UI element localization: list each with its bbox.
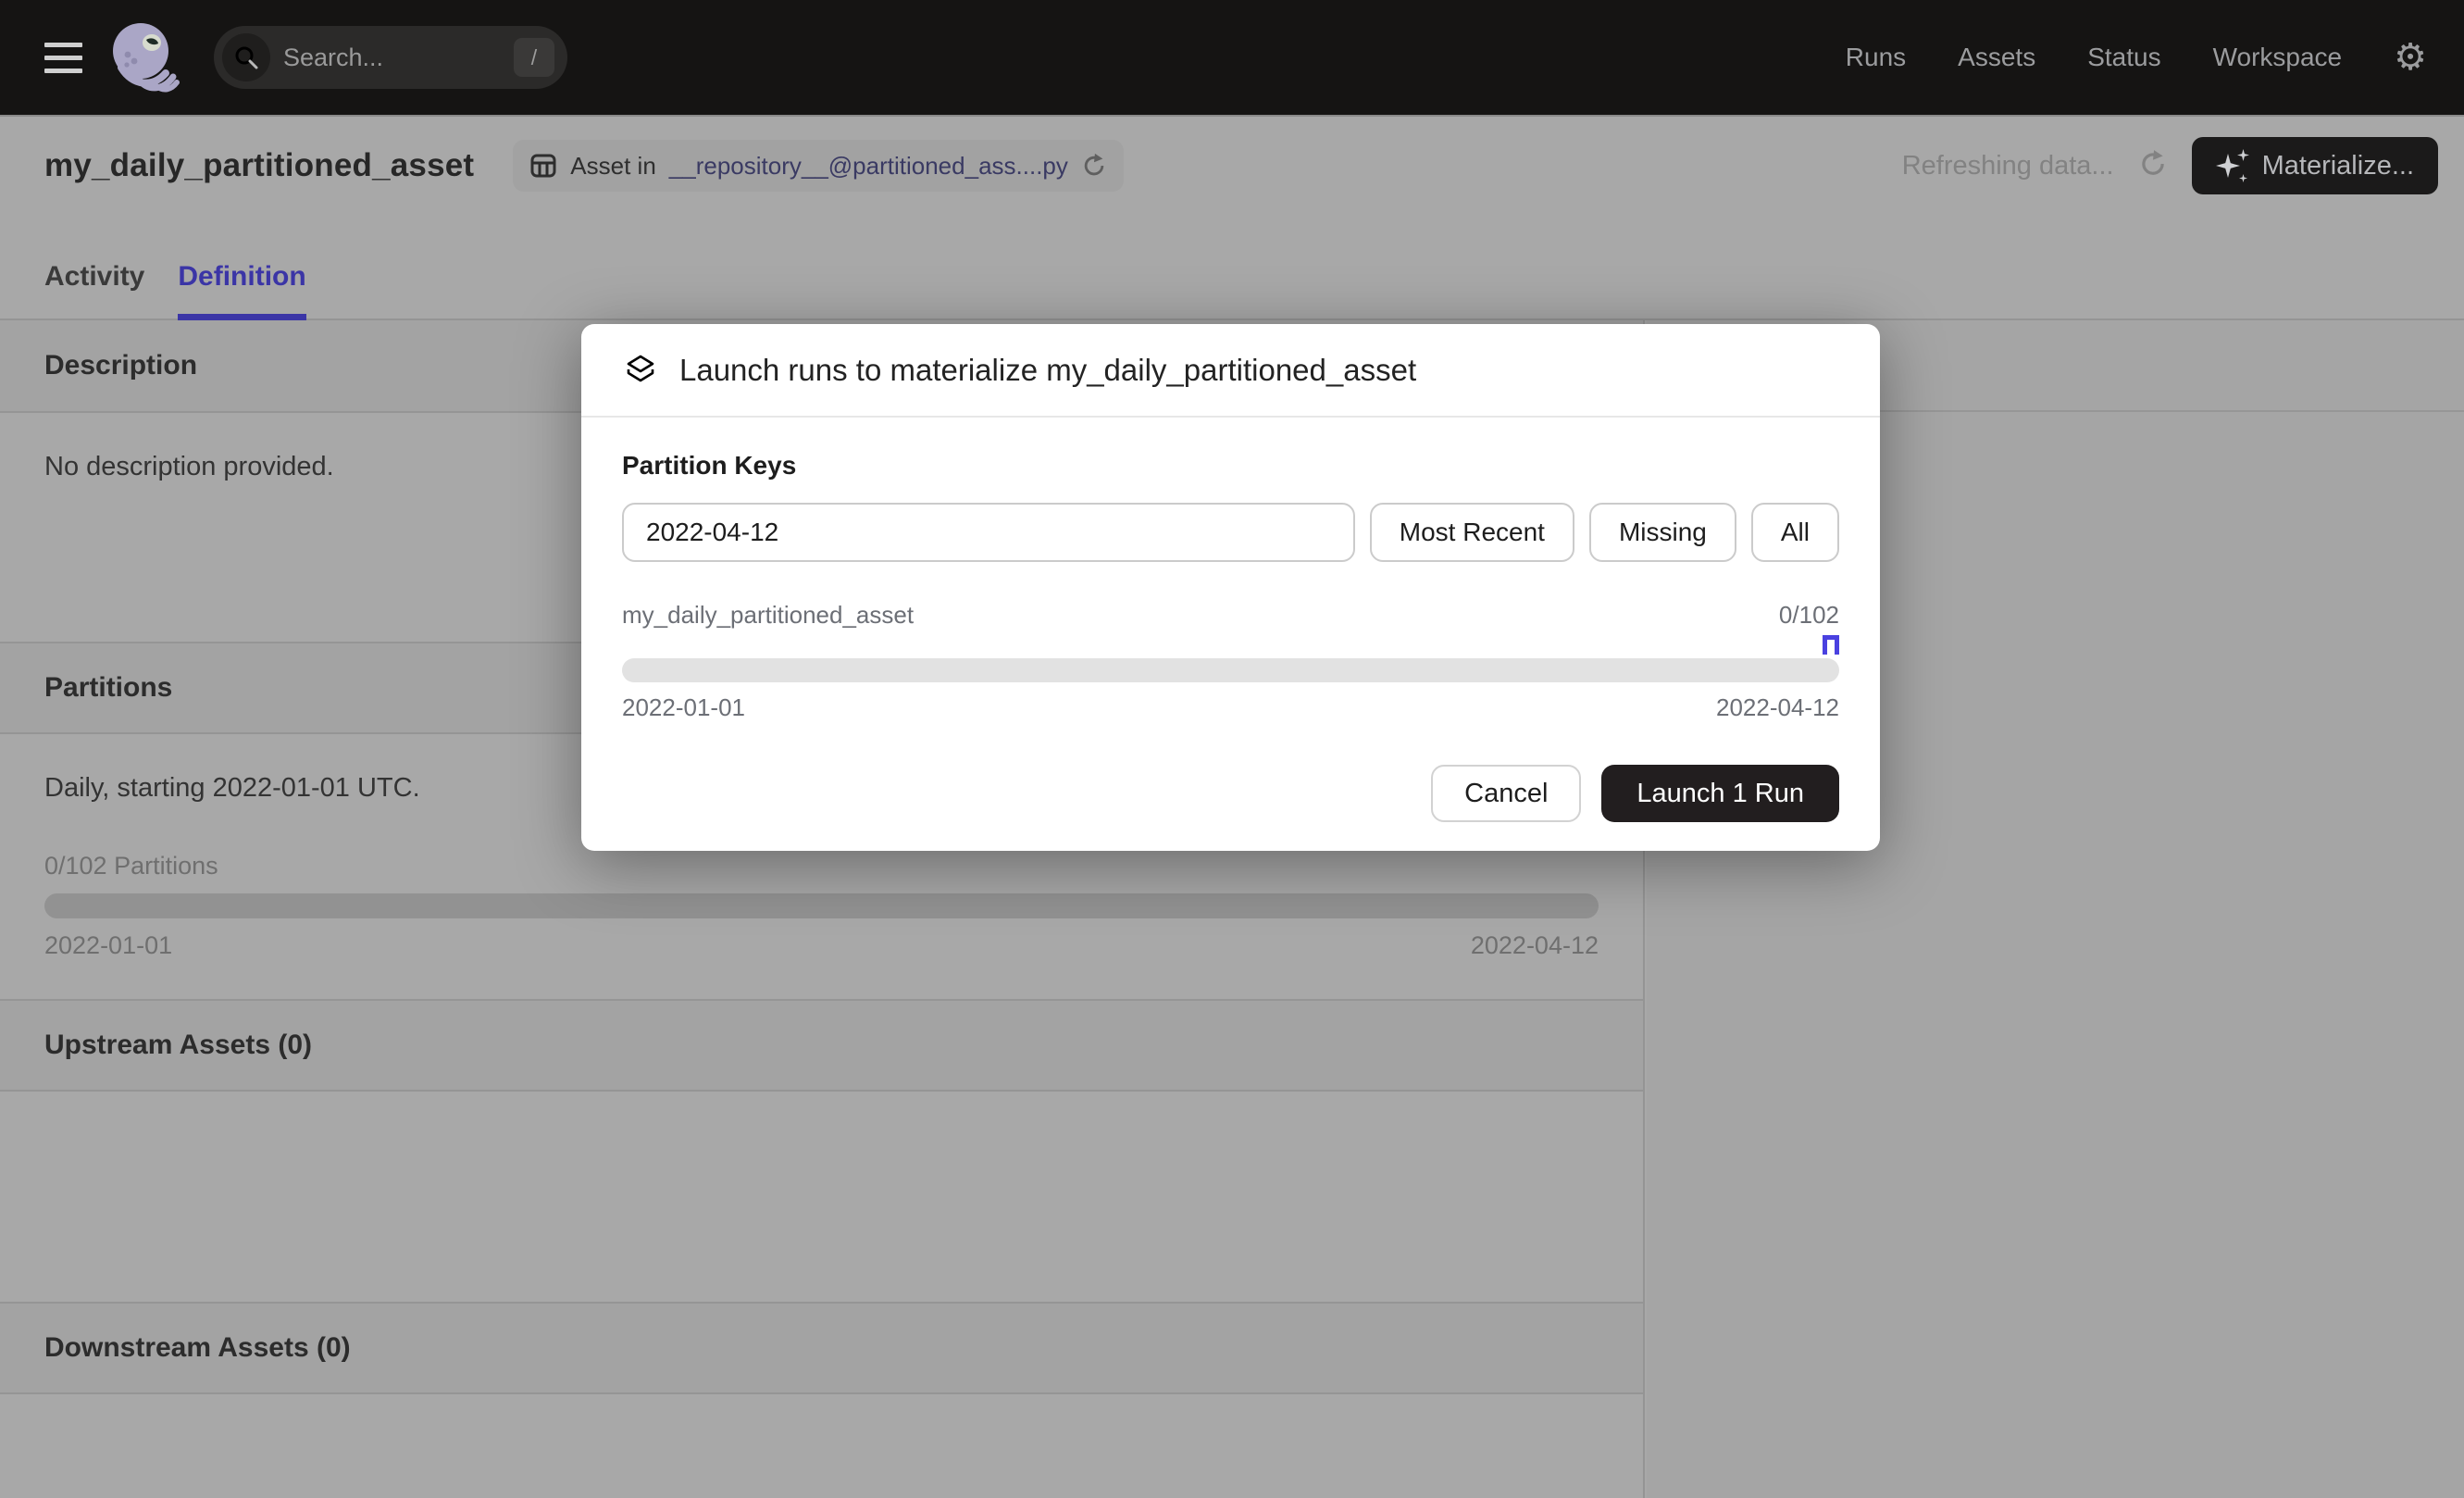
nav-link-status[interactable]: Status	[2087, 43, 2160, 72]
launch-runs-dialog: Launch runs to materialize my_daily_part…	[581, 324, 1880, 851]
header-actions: Refreshing data...	[1902, 137, 2438, 194]
nav-link-runs[interactable]: Runs	[1846, 43, 1906, 72]
dialog-partition-count: 0/102	[1779, 601, 1839, 630]
dialog-range-end: 2022-04-12	[1716, 693, 1839, 722]
partition-keys-row: Most Recent Missing All	[622, 503, 1839, 562]
nav-link-assets[interactable]: Assets	[1958, 43, 2035, 72]
downstream-body	[0, 1394, 1643, 1433]
partition-range-end: 2022-04-12	[1471, 931, 1599, 960]
partition-health-block: my_daily_partitioned_asset 0/102 2022-01…	[622, 601, 1839, 722]
dialog-asset-label: my_daily_partitioned_asset	[622, 601, 914, 630]
upstream-body	[0, 1092, 1643, 1302]
materialize-button[interactable]: Materialize...	[2192, 137, 2438, 194]
search-shortcut-badge: /	[514, 38, 554, 77]
repository-link[interactable]: __repository__@partitioned_ass....py	[669, 152, 1068, 181]
repo-grid-icon	[529, 152, 557, 180]
dialog-title: Launch runs to materialize my_daily_part…	[679, 353, 1416, 388]
sparkles-icon	[2216, 149, 2249, 182]
launch-run-button[interactable]: Launch 1 Run	[1601, 765, 1839, 822]
search-bar: /	[214, 26, 567, 89]
asset-tabs: Activity Definition	[0, 217, 2464, 320]
materialize-label: Materialize...	[2262, 151, 2414, 181]
tab-definition[interactable]: Definition	[178, 261, 305, 318]
asset-layers-icon	[624, 354, 657, 387]
asset-location-chip: Asset in __repository__@partitioned_ass.…	[513, 140, 1124, 192]
reload-location-icon[interactable]	[1081, 153, 1107, 179]
dialog-header: Launch runs to materialize my_daily_part…	[581, 324, 1880, 418]
most-recent-button[interactable]: Most Recent	[1370, 503, 1574, 562]
tab-activity[interactable]: Activity	[44, 261, 144, 318]
nav-link-workspace[interactable]: Workspace	[2213, 43, 2343, 72]
partition-keys-label: Partition Keys	[622, 451, 1839, 481]
menu-icon[interactable]	[44, 43, 82, 73]
section-header-downstream: Downstream Assets (0)	[0, 1302, 1643, 1394]
top-navbar: / Runs Assets Status Workspace ⚙	[0, 0, 2464, 115]
navbar-links: Runs Assets Status Workspace ⚙	[1846, 39, 2427, 76]
partition-keys-input[interactable]	[622, 503, 1355, 562]
dialog-partition-bar	[622, 658, 1839, 682]
search-input[interactable]	[283, 44, 514, 72]
dialog-footer: Cancel Launch 1 Run	[622, 765, 1839, 822]
search-icon	[222, 33, 270, 81]
missing-button[interactable]: Missing	[1589, 503, 1736, 562]
partition-health-bar	[44, 893, 1599, 918]
asset-page-header: my_daily_partitioned_asset Asset in __re…	[0, 115, 2464, 217]
all-button[interactable]: All	[1751, 503, 1839, 562]
dagster-logo-icon[interactable]	[108, 19, 180, 95]
selected-partition-marker	[1823, 635, 1839, 655]
gear-icon[interactable]: ⚙	[2394, 39, 2427, 76]
dialog-range-start: 2022-01-01	[622, 693, 745, 722]
section-header-upstream: Upstream Assets (0)	[0, 999, 1643, 1092]
partition-count: 0/102 Partitions	[44, 852, 1599, 880]
refresh-data-icon[interactable]	[2138, 149, 2168, 183]
cancel-button[interactable]: Cancel	[1431, 765, 1581, 822]
dagster-app: / Runs Assets Status Workspace ⚙ my_dail…	[0, 0, 2464, 1498]
refreshing-status: Refreshing data...	[1902, 151, 2114, 181]
partition-range-start: 2022-01-01	[44, 931, 172, 960]
page-title: my_daily_partitioned_asset	[44, 147, 474, 184]
selection-tick-row	[622, 635, 1839, 655]
dialog-body: Partition Keys Most Recent Missing All m…	[581, 418, 1880, 822]
asset-chip-prefix: Asset in	[570, 152, 656, 181]
